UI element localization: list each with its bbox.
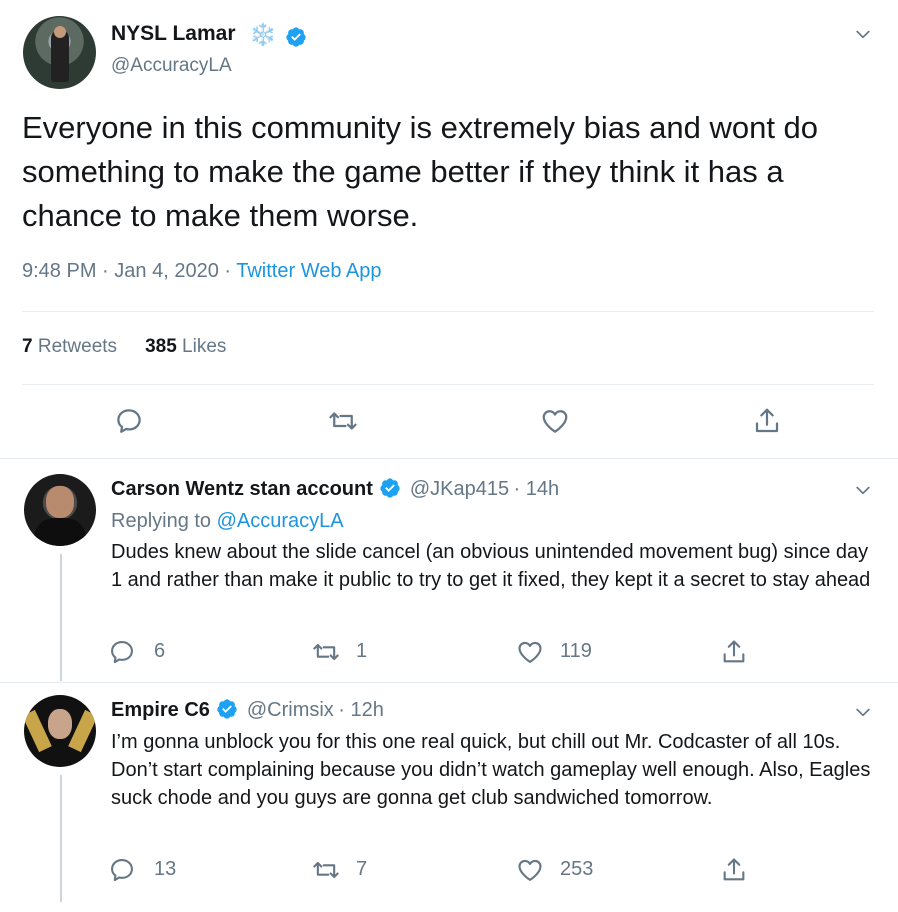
- reply-count: 6: [154, 640, 166, 662]
- retweets-count: 7: [22, 336, 33, 357]
- reply-icon[interactable]: [108, 638, 136, 666]
- chevron-down-icon[interactable]: [853, 480, 873, 500]
- replying-to: Replying to @AccuracyLA: [111, 510, 344, 533]
- author-display-name[interactable]: NYSL Lamar: [111, 22, 236, 46]
- tweet-time[interactable]: 9:48 PM: [22, 260, 96, 282]
- replying-to-label: Replying to: [111, 510, 212, 532]
- likes-label: Likes: [182, 336, 227, 357]
- retweet-icon[interactable]: [328, 406, 358, 436]
- like-icon[interactable]: [516, 856, 544, 884]
- chevron-down-icon[interactable]: [853, 702, 873, 722]
- divider: [0, 682, 898, 683]
- tweet-source-link[interactable]: Twitter Web App: [236, 260, 381, 282]
- tweet-meta: 9:48 PM · Jan 4, 2020 · Twitter Web App: [22, 260, 382, 283]
- retweet-count: 1: [356, 640, 368, 662]
- thread-line: [60, 775, 62, 902]
- reply-age[interactable]: · 14h: [514, 478, 560, 500]
- reply-header: Empire C6 @Crimsix · 12h: [111, 698, 384, 722]
- like-count: 253: [560, 858, 594, 880]
- like-icon[interactable]: [540, 406, 570, 436]
- avatar-face: [48, 709, 72, 739]
- avatar-face: [46, 486, 74, 518]
- likes-stat[interactable]: 385 Likes: [145, 336, 226, 357]
- reply-avatar[interactable]: [24, 695, 96, 767]
- replying-to-handle[interactable]: @AccuracyLA: [217, 510, 344, 532]
- verified-badge-icon: [216, 698, 238, 720]
- name-emoji: ❄️: [249, 22, 277, 47]
- retweets-stat[interactable]: 7 Retweets: [22, 336, 117, 357]
- retweet-icon[interactable]: [312, 856, 340, 884]
- avatar-shirt: [34, 518, 86, 546]
- like-count: 119: [560, 640, 592, 662]
- retweets-label: Retweets: [37, 336, 118, 357]
- reply-handle[interactable]: @Crimsix: [247, 699, 334, 721]
- avatar-head: [54, 26, 66, 38]
- share-icon[interactable]: [720, 856, 748, 884]
- tweet-date[interactable]: Jan 4, 2020: [114, 260, 219, 282]
- divider: [22, 384, 874, 385]
- thread-line: [60, 554, 62, 681]
- reply-age[interactable]: · 12h: [338, 699, 384, 721]
- reply-text: I’m gonna unblock you for this one real …: [111, 731, 871, 809]
- like-icon[interactable]: [516, 638, 544, 666]
- tweet-text: Everyone in this community is extremely …: [22, 110, 819, 233]
- author-avatar[interactable]: [23, 16, 96, 89]
- likes-count: 385: [145, 336, 177, 357]
- author-handle[interactable]: @AccuracyLA: [111, 55, 232, 77]
- verified-badge-icon: [285, 26, 307, 48]
- reply-icon[interactable]: [114, 406, 144, 436]
- retweet-count: 7: [356, 858, 368, 880]
- tweet-stats: 7 Retweets 385 Likes: [22, 336, 226, 358]
- reply-icon[interactable]: [108, 856, 136, 884]
- reply-display-name[interactable]: Empire C6: [111, 699, 210, 721]
- reply-avatar[interactable]: [24, 474, 96, 546]
- verified-badge-icon: [379, 477, 401, 499]
- meta-separator: ·: [102, 260, 109, 282]
- retweet-icon[interactable]: [312, 638, 340, 666]
- reply-handle[interactable]: @JKap415: [410, 478, 509, 500]
- chevron-down-icon[interactable]: [853, 24, 873, 44]
- avatar-wing: [68, 709, 96, 753]
- avatar-wing: [24, 709, 52, 753]
- share-icon[interactable]: [720, 638, 748, 666]
- divider: [0, 458, 898, 459]
- reply-count: 13: [154, 858, 177, 880]
- share-icon[interactable]: [752, 406, 782, 436]
- reply-header: Carson Wentz stan account @JKap415 · 14h: [111, 477, 559, 501]
- meta-separator: ·: [224, 260, 232, 282]
- reply-display-name[interactable]: Carson Wentz stan account: [111, 478, 373, 500]
- reply-text: Dudes knew about the slide cancel (an ob…: [111, 541, 871, 591]
- divider: [22, 311, 874, 312]
